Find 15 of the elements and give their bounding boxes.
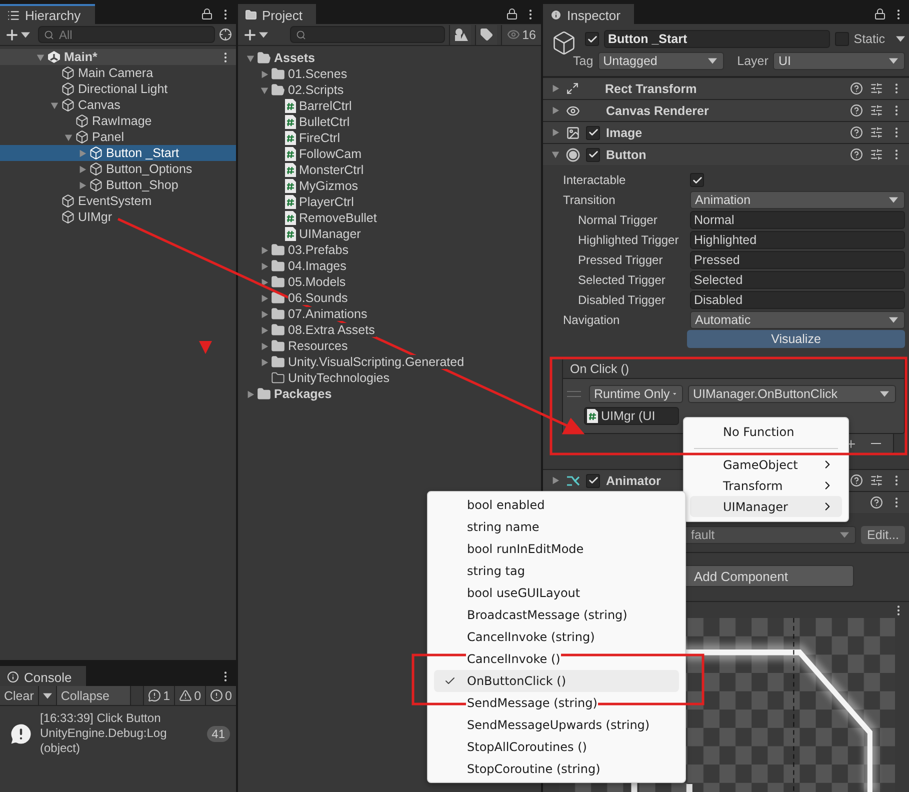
tag-label: Tag — [573, 54, 594, 68]
property-label: Pressed Trigger — [577, 253, 664, 267]
property-label: Navigation — [563, 313, 621, 327]
property-label: Highlighted Trigger — [577, 233, 680, 247]
property-label: Selected Trigger — [577, 273, 666, 287]
property-label: Interactable — [563, 173, 627, 187]
property-label: Disabled Trigger — [577, 293, 666, 307]
event-title: On Click () — [563, 359, 904, 379]
log-text: [16:33:39] Click Button — [40, 711, 162, 726]
static-label: Static — [854, 32, 885, 46]
count-badge: 41 — [206, 726, 230, 742]
layer-label: Layer — [737, 54, 768, 68]
log-text: UnityEngine.Debug:Log (object) — [40, 726, 168, 756]
property-label: Transition — [563, 193, 616, 207]
property-label: Normal Trigger — [577, 213, 658, 227]
